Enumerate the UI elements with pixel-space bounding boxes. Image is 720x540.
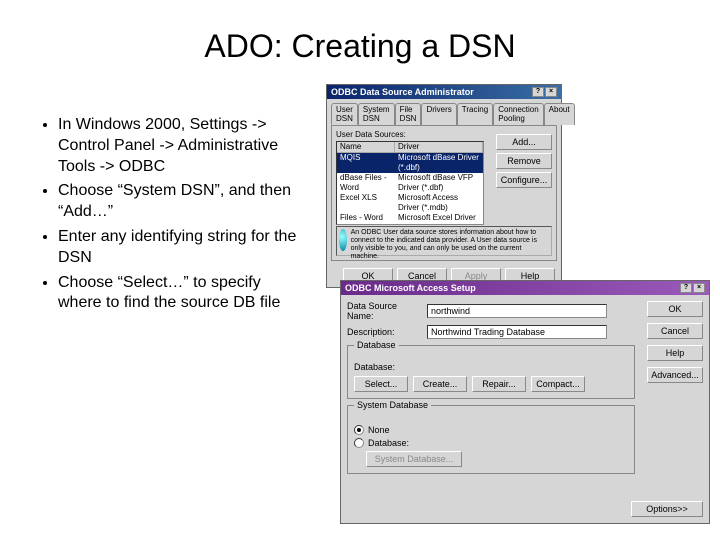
- tab-pooling[interactable]: Connection Pooling: [493, 103, 543, 125]
- tab-about[interactable]: About: [544, 103, 575, 125]
- help-icon[interactable]: ?: [532, 87, 544, 97]
- bullet-item: Enter any identifying string for the DSN: [58, 227, 308, 269]
- sysdb-group: System Database None Database: System Da…: [347, 405, 635, 474]
- ok-button[interactable]: OK: [647, 301, 703, 317]
- info-box: An ODBC User data source stores informat…: [336, 226, 552, 256]
- compact-button[interactable]: Compact...: [531, 376, 585, 392]
- list-row[interactable]: dBase Files - WordMicrosoft dBase VFP Dr…: [337, 173, 483, 193]
- create-button[interactable]: Create...: [413, 376, 467, 392]
- tab-file-dsn[interactable]: File DSN: [395, 103, 422, 125]
- desc-label: Description:: [347, 327, 423, 337]
- remove-button[interactable]: Remove: [496, 153, 552, 169]
- dsn-label: Data Source Name:: [347, 301, 423, 321]
- setup-title-text: ODBC Microsoft Access Setup: [345, 283, 476, 293]
- globe-icon: [339, 229, 347, 251]
- db-legend: Database: [354, 340, 399, 350]
- list-row[interactable]: Excel XLSMicrosoft Access Driver (*.mdb): [337, 193, 483, 213]
- radio-db-label: Database:: [368, 438, 409, 448]
- bullet-item: Choose “System DSN”, and then “Add…”: [58, 181, 308, 223]
- desc-input[interactable]: Northwind Trading Database: [427, 325, 607, 339]
- help-icon[interactable]: ?: [680, 283, 692, 293]
- radio-none[interactable]: None: [354, 425, 628, 435]
- tab-drivers[interactable]: Drivers: [421, 103, 456, 125]
- add-button[interactable]: Add...: [496, 134, 552, 150]
- tab-tracing[interactable]: Tracing: [457, 103, 493, 125]
- bullet-item: In Windows 2000, Settings -> Control Pan…: [58, 115, 308, 177]
- col-driver[interactable]: Driver: [395, 142, 483, 152]
- odbc-tabpanel: User Data Sources: Name Driver MQISMicro…: [331, 125, 557, 261]
- list-row[interactable]: MQISMicrosoft dBase Driver (*.dbf): [337, 153, 483, 173]
- setup-titlebar[interactable]: ODBC Microsoft Access Setup ? ×: [341, 281, 709, 295]
- odbc-title-text: ODBC Data Source Administrator: [331, 87, 474, 97]
- odbc-admin-window: ODBC Data Source Administrator ? × User …: [326, 84, 562, 288]
- dsn-list[interactable]: Name Driver MQISMicrosoft dBase Driver (…: [336, 141, 484, 225]
- tab-user-dsn[interactable]: User DSN: [331, 103, 358, 125]
- radio-database[interactable]: Database:: [354, 438, 628, 448]
- odbc-tabs: User DSN System DSN File DSN Drivers Tra…: [331, 103, 557, 125]
- dsn-input[interactable]: northwind: [427, 304, 607, 318]
- col-name[interactable]: Name: [337, 142, 395, 152]
- odbc-titlebar[interactable]: ODBC Data Source Administrator ? ×: [327, 85, 561, 99]
- database-group: Database Database: Select... Create... R…: [347, 345, 635, 399]
- options-button[interactable]: Options>>: [631, 501, 703, 517]
- help-button[interactable]: Help: [647, 345, 703, 361]
- sysdb-legend: System Database: [354, 400, 431, 410]
- info-text: An ODBC User data source stores informat…: [351, 229, 549, 261]
- close-icon[interactable]: ×: [693, 283, 705, 293]
- system-database-button[interactable]: System Database...: [366, 451, 462, 467]
- configure-button[interactable]: Configure...: [496, 172, 552, 188]
- cancel-button[interactable]: Cancel: [647, 323, 703, 339]
- bullet-list: In Windows 2000, Settings -> Control Pan…: [38, 115, 308, 318]
- advanced-button[interactable]: Advanced...: [647, 367, 703, 383]
- list-header: Name Driver: [337, 142, 483, 153]
- db-label: Database:: [354, 362, 430, 372]
- slide-title: ADO: Creating a DSN: [0, 0, 720, 71]
- access-setup-window: ODBC Microsoft Access Setup ? × Data Sou…: [340, 280, 710, 524]
- bullet-item: Choose “Select…” to specify where to fin…: [58, 273, 308, 315]
- radio-icon: [354, 425, 364, 435]
- list-row[interactable]: Files - WordMicrosoft Excel Driver (*.xl…: [337, 213, 483, 225]
- tab-system-dsn[interactable]: System DSN: [358, 103, 395, 125]
- select-button[interactable]: Select...: [354, 376, 408, 392]
- radio-icon: [354, 438, 364, 448]
- repair-button[interactable]: Repair...: [472, 376, 526, 392]
- radio-none-label: None: [368, 425, 390, 435]
- close-icon[interactable]: ×: [545, 87, 557, 97]
